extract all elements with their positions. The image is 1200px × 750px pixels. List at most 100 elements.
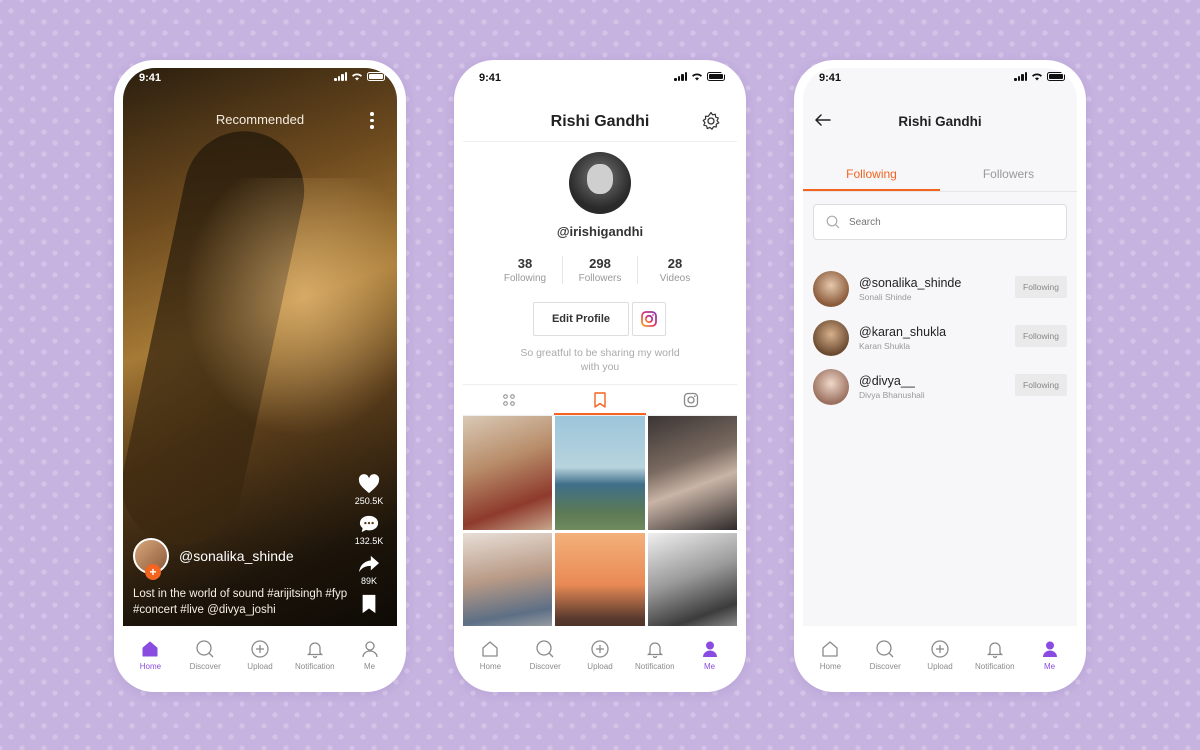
status-bar: 9:41 xyxy=(803,68,1077,90)
plus-circle-icon xyxy=(591,640,609,658)
phone-feed: 9:41 Recommended 250.5K 132.5K 89K + @so… xyxy=(114,60,406,692)
video-actions: 250.5K 132.5K 89K xyxy=(351,474,387,614)
tab-home[interactable]: Home xyxy=(804,639,856,671)
avatar[interactable] xyxy=(569,152,631,214)
list-item[interactable]: @divya__ Divya Bhanushali Following xyxy=(813,362,1067,411)
tab-me[interactable]: Me xyxy=(684,639,736,671)
signal-icon xyxy=(674,72,687,81)
signal-icon xyxy=(334,72,347,81)
comment-icon[interactable] xyxy=(358,514,380,534)
tab-label: Notification xyxy=(634,662,675,671)
signal-icon xyxy=(1014,72,1027,81)
page-title: Rishi Gandhi xyxy=(898,114,982,129)
tab-notification[interactable]: Notification xyxy=(969,639,1021,671)
tab-notification[interactable]: Notification xyxy=(289,639,341,671)
bottom-tab-bar: Home Discover Upload Notification Me xyxy=(463,626,737,681)
user-handle[interactable]: @karan_shukla xyxy=(859,325,946,339)
user-name: Karan Shukla xyxy=(859,340,911,351)
user-handle[interactable]: @divya__ xyxy=(859,374,925,388)
tab-upload[interactable]: Upload xyxy=(914,639,966,671)
tab-notification[interactable]: Notification xyxy=(629,639,681,671)
photo-thumbnail[interactable] xyxy=(647,533,737,626)
photo-thumbnail[interactable] xyxy=(555,416,645,530)
tab-me[interactable]: Me xyxy=(344,639,396,671)
status-bar: 9:41 xyxy=(123,68,397,90)
profile-content-tabs xyxy=(463,384,737,416)
instagram-icon xyxy=(684,392,699,408)
avatar[interactable]: + xyxy=(133,538,169,580)
tab-discover[interactable]: Discover xyxy=(179,639,231,671)
video-author[interactable]: + @sonalika_shinde xyxy=(133,538,294,580)
tab-upload[interactable]: Upload xyxy=(234,639,286,671)
tab-home[interactable]: Home xyxy=(464,639,516,671)
status-time: 9:41 xyxy=(139,72,162,84)
share-icon[interactable] xyxy=(358,554,380,574)
photo-thumbnail[interactable] xyxy=(647,416,737,530)
avatar[interactable] xyxy=(813,319,849,356)
list-item[interactable]: @karan_shukla Karan Shukla Following xyxy=(813,313,1067,362)
instagram-button[interactable] xyxy=(632,302,666,336)
bottom-tab-bar: Home Discover Upload Notification Me xyxy=(803,626,1077,681)
profile-stats: 38 Following 298 Followers 28 Videos xyxy=(488,256,712,284)
search-box xyxy=(813,204,1067,240)
list-item[interactable]: @sonalika_shinde Sonali Shinde Following xyxy=(813,264,1067,313)
profile-header: Rishi Gandhi xyxy=(463,106,737,142)
tab-upload[interactable]: Upload xyxy=(574,639,626,671)
plus-circle-icon xyxy=(251,640,269,658)
following-button[interactable]: Following xyxy=(1015,325,1067,347)
tab-followers[interactable]: Followers xyxy=(940,160,1077,191)
status-time: 9:41 xyxy=(479,72,502,84)
bottom-tab-bar: Home Discover Upload Notification Me xyxy=(123,626,397,681)
tab-label: Me xyxy=(364,662,376,671)
edit-profile-button[interactable]: Edit Profile xyxy=(533,302,629,336)
search-icon xyxy=(196,640,214,658)
heart-icon[interactable] xyxy=(358,474,380,494)
instagram-icon xyxy=(641,311,657,327)
battery-icon xyxy=(367,72,385,81)
tab-saved[interactable] xyxy=(554,385,645,415)
battery-icon xyxy=(707,72,725,81)
following-button[interactable]: Following xyxy=(1015,374,1067,396)
follow-plus-button[interactable]: + xyxy=(145,564,161,580)
comments-count: 132.5K xyxy=(354,536,384,546)
feed-header-title[interactable]: Recommended xyxy=(123,112,397,127)
shares-count: 89K xyxy=(360,576,377,586)
tab-label: Notification xyxy=(974,662,1015,671)
photo-thumbnail[interactable] xyxy=(463,533,553,626)
photo-thumbnail[interactable] xyxy=(555,533,645,626)
photo-thumbnail[interactable] xyxy=(463,416,553,530)
wifi-icon xyxy=(1032,73,1042,81)
stat-followers[interactable]: 298 Followers xyxy=(562,256,637,284)
tab-discover[interactable]: Discover xyxy=(859,639,911,671)
author-username[interactable]: @sonalika_shinde xyxy=(179,548,294,564)
tab-label: Me xyxy=(704,662,716,671)
tab-label: Upload xyxy=(587,662,613,671)
tab-following[interactable]: Following xyxy=(803,160,940,191)
tab-label: Discover xyxy=(529,662,561,671)
wifi-icon xyxy=(692,73,702,81)
user-handle[interactable]: @sonalika_shinde xyxy=(859,276,961,290)
tab-label: Upload xyxy=(247,662,273,671)
stat-value: 28 xyxy=(667,256,683,271)
following-button[interactable]: Following xyxy=(1015,276,1067,298)
bookmark-icon[interactable] xyxy=(358,594,380,614)
phone-profile: 9:41 Rishi Gandhi @irishigandhi 38 Follo… xyxy=(454,60,746,692)
tab-home[interactable]: Home xyxy=(124,639,176,671)
video-caption: Lost in the world of sound #arijitsingh … xyxy=(133,588,348,616)
tab-label: Upload xyxy=(927,662,953,671)
avatar[interactable] xyxy=(813,368,849,405)
gear-icon[interactable] xyxy=(701,111,721,131)
stat-videos[interactable]: 28 Videos xyxy=(637,256,712,284)
tab-instagram[interactable] xyxy=(646,385,737,415)
likes-count: 250.5K xyxy=(354,496,384,506)
following-screen: 9:41 Rishi Gandhi Following Followers @s… xyxy=(803,68,1077,626)
search-icon xyxy=(826,215,840,229)
stat-following[interactable]: 38 Following xyxy=(488,256,562,284)
page-title: Rishi Gandhi xyxy=(550,113,650,130)
tab-discover[interactable]: Discover xyxy=(519,639,571,671)
tab-me[interactable]: Me xyxy=(1024,639,1076,671)
search-input[interactable] xyxy=(849,213,1049,231)
more-options-icon[interactable] xyxy=(369,112,375,130)
tab-grid[interactable] xyxy=(463,385,554,415)
avatar[interactable] xyxy=(813,270,849,307)
